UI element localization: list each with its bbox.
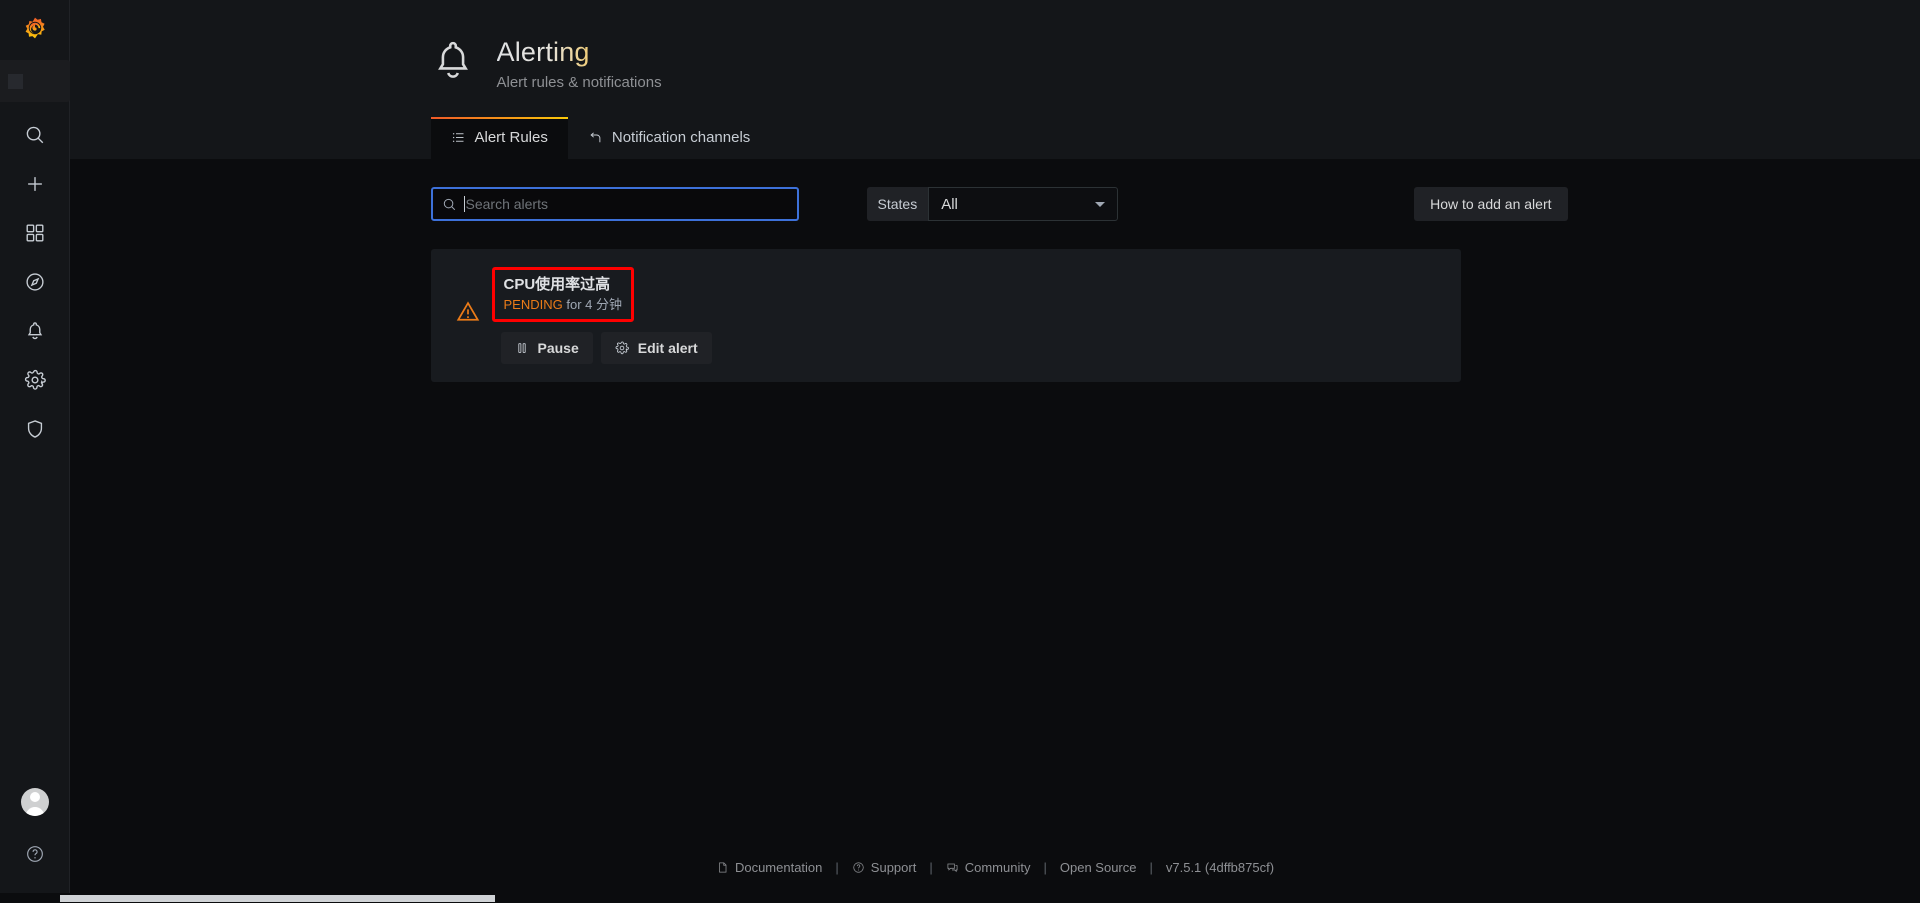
footer-documentation-label: Documentation xyxy=(735,860,822,875)
page-title-row: Alerting Alert rules & notifications xyxy=(423,36,1568,91)
how-to-add-an-alert-button[interactable]: How to add an alert xyxy=(1414,187,1567,221)
states-filter: States All xyxy=(867,187,1119,221)
sidebar-item-dashboards[interactable] xyxy=(0,208,70,257)
main-content: Alerting Alert rules & notifications Ale… xyxy=(70,0,1920,903)
gear-icon xyxy=(615,341,629,355)
alert-rule-name: CPU使用率过高 xyxy=(504,275,622,294)
warning-triangle-icon xyxy=(455,299,481,325)
sidebar-item-search[interactable] xyxy=(0,110,70,159)
sidebar-item-profile[interactable] xyxy=(0,775,70,829)
plus-icon xyxy=(24,173,46,195)
search-icon xyxy=(24,124,46,146)
page-header-bell xyxy=(431,36,475,87)
states-select[interactable]: All xyxy=(928,187,1118,221)
sidebar-nav xyxy=(0,110,69,453)
sidebar-item-server-admin[interactable] xyxy=(0,404,70,453)
help-icon xyxy=(25,844,45,864)
footer-link-open-source[interactable]: Open Source xyxy=(1056,860,1141,875)
scrollbar-thumb[interactable] xyxy=(60,895,495,902)
sidebar-bottom-group xyxy=(0,775,69,903)
footer-link-support[interactable]: Support xyxy=(848,860,921,875)
tab-notification-channels[interactable]: Notification channels xyxy=(568,117,770,159)
horizontal-scrollbar[interactable] xyxy=(0,893,1920,903)
question-circle-icon xyxy=(852,861,865,874)
grafana-logo-icon xyxy=(19,16,51,48)
alert-status-icon-wrap xyxy=(449,267,487,325)
mini-square-glyph xyxy=(8,74,23,89)
chevron-down-icon xyxy=(1095,202,1105,207)
sidebar-mini-item[interactable] xyxy=(0,60,70,102)
bell-icon xyxy=(431,38,475,82)
footer-link-community[interactable]: Community xyxy=(942,860,1035,875)
main-sidebar xyxy=(0,0,70,903)
sidebar-item-create[interactable] xyxy=(0,159,70,208)
footer-community-label: Community xyxy=(965,860,1031,875)
tab-alert-rules[interactable]: Alert Rules xyxy=(431,117,568,159)
page-title: Alerting xyxy=(497,36,662,69)
pause-icon xyxy=(515,341,529,355)
dashboards-icon xyxy=(24,222,46,244)
edit-alert-button-label: Edit alert xyxy=(638,340,698,356)
footer-version: v7.5.1 (4dffb875cf) xyxy=(1162,860,1278,875)
page-subtitle: Alert rules & notifications xyxy=(497,74,662,91)
content-area: States All How to add an alert xyxy=(70,159,1920,903)
footer-support-label: Support xyxy=(871,860,917,875)
alert-rule-card: CPU使用率过高 PENDING for 4 分钟 xyxy=(431,249,1461,382)
bell-icon xyxy=(24,320,46,342)
search-icon xyxy=(442,197,457,212)
footer-separator: | xyxy=(929,860,932,875)
shield-icon xyxy=(24,418,46,440)
states-label: States xyxy=(867,187,929,221)
alert-rule-state-line: PENDING for 4 分钟 xyxy=(504,296,622,313)
page-header: Alerting Alert rules & notifications Ale… xyxy=(70,0,1920,159)
search-alerts-box[interactable] xyxy=(431,187,799,221)
page-footer: Documentation | Support | xyxy=(70,860,1920,875)
alert-rule-highlight-box[interactable]: CPU使用率过高 PENDING for 4 分钟 xyxy=(492,267,634,322)
comments-icon xyxy=(946,861,959,874)
status-badge: PENDING xyxy=(504,297,563,312)
tab-notification-channels-label: Notification channels xyxy=(612,129,750,146)
share-icon xyxy=(588,130,603,145)
tab-alert-rules-label: Alert Rules xyxy=(475,129,548,146)
filters-row: States All How to add an alert xyxy=(423,187,1568,221)
footer-open-source-label: Open Source xyxy=(1060,860,1137,875)
footer-separator: | xyxy=(1043,860,1046,875)
document-icon xyxy=(716,861,729,874)
footer-separator: | xyxy=(835,860,838,875)
grafana-logo[interactable] xyxy=(0,4,70,60)
gear-icon xyxy=(24,369,46,391)
sidebar-item-alerting[interactable] xyxy=(0,306,70,355)
alert-rule-actions: Pause Edit alert xyxy=(501,332,1441,364)
footer-link-documentation[interactable]: Documentation xyxy=(712,860,826,875)
pause-button-label: Pause xyxy=(538,340,579,356)
avatar xyxy=(21,788,49,816)
alert-rule-body: CPU使用率过高 PENDING for 4 分钟 xyxy=(487,267,1441,364)
search-input[interactable] xyxy=(465,189,797,219)
alert-rule-state-suffix: for 4 分钟 xyxy=(566,297,622,312)
edit-alert-button[interactable]: Edit alert xyxy=(601,332,712,364)
states-select-value: All xyxy=(941,196,958,213)
pause-button[interactable]: Pause xyxy=(501,332,593,364)
list-icon xyxy=(451,130,466,145)
grafana-app: Alerting Alert rules & notifications Ale… xyxy=(0,0,1920,903)
compass-icon xyxy=(24,271,46,293)
footer-separator: | xyxy=(1149,860,1152,875)
sidebar-item-configuration[interactable] xyxy=(0,355,70,404)
page-tabs: Alert Rules Notification channels xyxy=(423,117,1568,159)
sidebar-item-help[interactable] xyxy=(0,829,70,879)
sidebar-item-explore[interactable] xyxy=(0,257,70,306)
